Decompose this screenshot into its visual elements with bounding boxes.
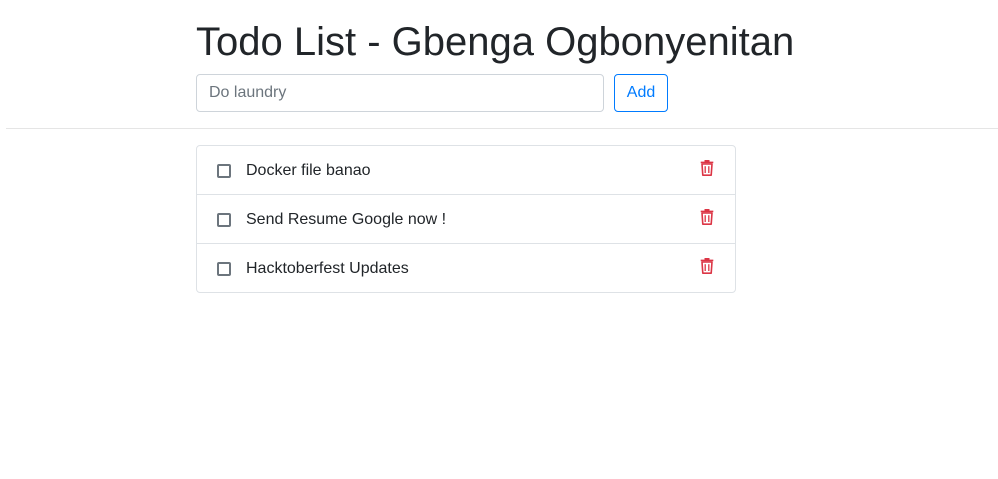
todo-item: Send Resume Google now ! xyxy=(197,195,735,244)
todo-item: Docker file banao xyxy=(197,146,735,195)
todo-text: Send Resume Google now ! xyxy=(246,211,447,228)
todo-input[interactable] xyxy=(196,74,604,112)
todo-checkbox[interactable] xyxy=(217,164,231,178)
add-todo-form: Add xyxy=(196,74,668,112)
divider xyxy=(6,128,998,129)
todo-checkbox[interactable] xyxy=(217,262,231,276)
delete-button[interactable] xyxy=(697,254,717,276)
trash-icon xyxy=(700,208,714,225)
todo-text: Hacktoberfest Updates xyxy=(246,260,409,277)
todo-checkbox[interactable] xyxy=(217,213,231,227)
add-button[interactable]: Add xyxy=(614,74,668,112)
todo-item: Hacktoberfest Updates xyxy=(197,244,735,292)
todo-text: Docker file banao xyxy=(246,162,371,179)
delete-button[interactable] xyxy=(697,205,717,227)
todo-list: Docker file banao Send Resume Google now… xyxy=(196,145,736,293)
delete-button[interactable] xyxy=(697,156,717,178)
page-title: Todo List - Gbenga Ogbonyenitan xyxy=(196,20,795,64)
trash-icon xyxy=(700,257,714,274)
trash-icon xyxy=(700,159,714,176)
